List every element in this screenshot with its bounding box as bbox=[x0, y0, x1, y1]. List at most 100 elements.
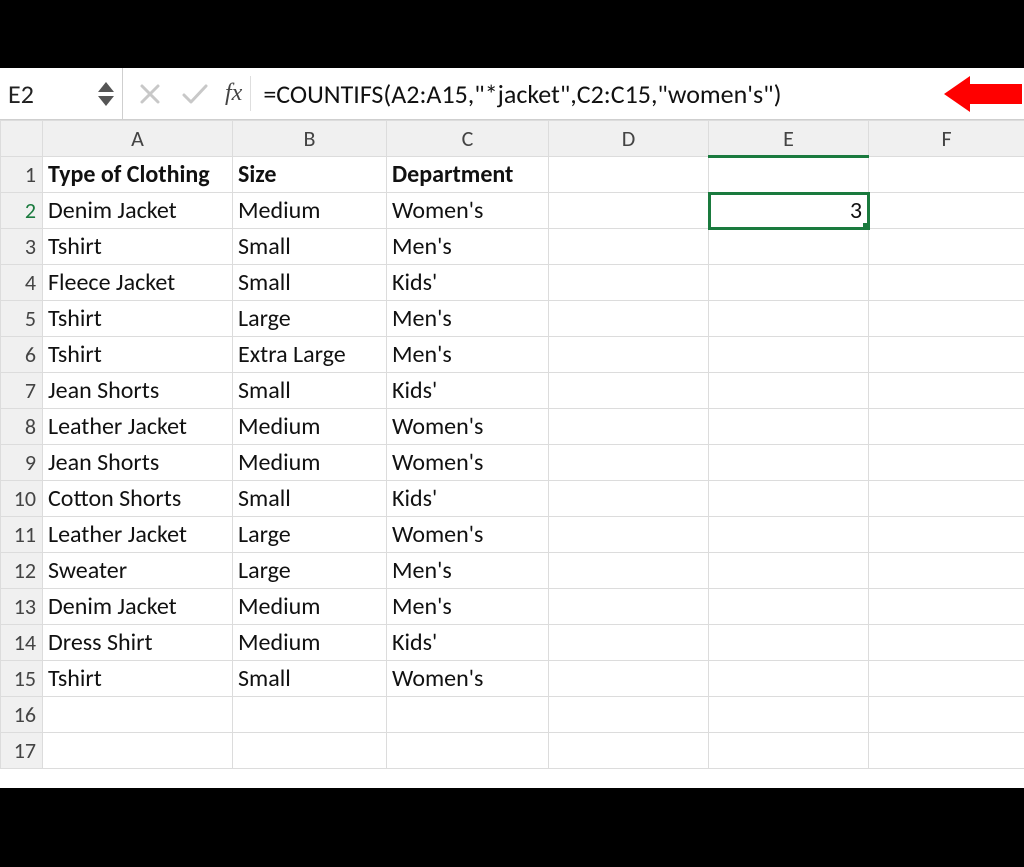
cell-A12[interactable]: Sweater bbox=[43, 553, 233, 589]
cell-A16[interactable] bbox=[43, 697, 233, 733]
cell-A1[interactable]: Type of Clothing bbox=[43, 157, 233, 193]
cell-F10[interactable] bbox=[869, 481, 1024, 517]
cell-E7[interactable] bbox=[709, 373, 869, 409]
cell-E13[interactable] bbox=[709, 589, 869, 625]
cell-A11[interactable]: Leather Jacket bbox=[43, 517, 233, 553]
cell-C5[interactable]: Men's bbox=[387, 301, 549, 337]
row-head-9[interactable]: 9 bbox=[1, 445, 43, 481]
row-head-11[interactable]: 11 bbox=[1, 517, 43, 553]
cell-C13[interactable]: Men's bbox=[387, 589, 549, 625]
col-head-E[interactable]: E bbox=[709, 121, 869, 157]
row-head-5[interactable]: 5 bbox=[1, 301, 43, 337]
cell-C6[interactable]: Men's bbox=[387, 337, 549, 373]
cell-E4[interactable] bbox=[709, 265, 869, 301]
row-head-6[interactable]: 6 bbox=[1, 337, 43, 373]
row-head-12[interactable]: 12 bbox=[1, 553, 43, 589]
cell-B8[interactable]: Medium bbox=[233, 409, 387, 445]
cell-A6[interactable]: Tshirt bbox=[43, 337, 233, 373]
chevron-up-icon[interactable] bbox=[98, 82, 114, 92]
cell-C1[interactable]: Department bbox=[387, 157, 549, 193]
cell-F15[interactable] bbox=[869, 661, 1024, 697]
cell-A8[interactable]: Leather Jacket bbox=[43, 409, 233, 445]
cell-D8[interactable] bbox=[549, 409, 709, 445]
cell-A9[interactable]: Jean Shorts bbox=[43, 445, 233, 481]
cell-E12[interactable] bbox=[709, 553, 869, 589]
cell-E6[interactable] bbox=[709, 337, 869, 373]
chevron-down-icon[interactable] bbox=[98, 96, 114, 106]
cell-E14[interactable] bbox=[709, 625, 869, 661]
cell-E3[interactable] bbox=[709, 229, 869, 265]
cell-A3[interactable]: Tshirt bbox=[43, 229, 233, 265]
cell-B6[interactable]: Extra Large bbox=[233, 337, 387, 373]
cell-C9[interactable]: Women's bbox=[387, 445, 549, 481]
cell-B9[interactable]: Medium bbox=[233, 445, 387, 481]
row-head-3[interactable]: 3 bbox=[1, 229, 43, 265]
cell-D16[interactable] bbox=[549, 697, 709, 733]
cell-D2[interactable] bbox=[549, 193, 709, 229]
cell-A4[interactable]: Fleece Jacket bbox=[43, 265, 233, 301]
row-head-10[interactable]: 10 bbox=[1, 481, 43, 517]
cell-B5[interactable]: Large bbox=[233, 301, 387, 337]
cell-B4[interactable]: Small bbox=[233, 265, 387, 301]
cell-C15[interactable]: Women's bbox=[387, 661, 549, 697]
cell-F4[interactable] bbox=[869, 265, 1024, 301]
cell-F6[interactable] bbox=[869, 337, 1024, 373]
cell-F14[interactable] bbox=[869, 625, 1024, 661]
cell-F3[interactable] bbox=[869, 229, 1024, 265]
cell-D12[interactable] bbox=[549, 553, 709, 589]
cell-F11[interactable] bbox=[869, 517, 1024, 553]
row-head-15[interactable]: 15 bbox=[1, 661, 43, 697]
cell-B7[interactable]: Small bbox=[233, 373, 387, 409]
cell-E2[interactable]: 3 bbox=[709, 193, 869, 229]
cell-F7[interactable] bbox=[869, 373, 1024, 409]
cell-B17[interactable] bbox=[233, 733, 387, 769]
cell-B13[interactable]: Medium bbox=[233, 589, 387, 625]
cell-A14[interactable]: Dress Shirt bbox=[43, 625, 233, 661]
cell-F17[interactable] bbox=[869, 733, 1024, 769]
cell-F5[interactable] bbox=[869, 301, 1024, 337]
cell-D15[interactable] bbox=[549, 661, 709, 697]
cell-C16[interactable] bbox=[387, 697, 549, 733]
cell-C11[interactable]: Women's bbox=[387, 517, 549, 553]
enter-icon[interactable] bbox=[181, 83, 209, 105]
cell-B2[interactable]: Medium bbox=[233, 193, 387, 229]
cell-B14[interactable]: Medium bbox=[233, 625, 387, 661]
cell-C17[interactable] bbox=[387, 733, 549, 769]
col-head-B[interactable]: B bbox=[233, 121, 387, 157]
cell-B11[interactable]: Large bbox=[233, 517, 387, 553]
row-head-8[interactable]: 8 bbox=[1, 409, 43, 445]
cell-D13[interactable] bbox=[549, 589, 709, 625]
cell-A10[interactable]: Cotton Shorts bbox=[43, 481, 233, 517]
cell-C3[interactable]: Men's bbox=[387, 229, 549, 265]
cell-A7[interactable]: Jean Shorts bbox=[43, 373, 233, 409]
cell-F2[interactable] bbox=[869, 193, 1024, 229]
cell-F9[interactable] bbox=[869, 445, 1024, 481]
cell-B1[interactable]: Size bbox=[233, 157, 387, 193]
cell-B12[interactable]: Large bbox=[233, 553, 387, 589]
spreadsheet-grid[interactable]: A B C D E F 1 Type of Clothing Size Depa… bbox=[0, 120, 1024, 769]
cell-D1[interactable] bbox=[549, 157, 709, 193]
cell-C4[interactable]: Kids' bbox=[387, 265, 549, 301]
row-head-17[interactable]: 17 bbox=[1, 733, 43, 769]
namebox-stepper[interactable] bbox=[98, 82, 122, 106]
cell-D17[interactable] bbox=[549, 733, 709, 769]
cell-D14[interactable] bbox=[549, 625, 709, 661]
cell-E11[interactable] bbox=[709, 517, 869, 553]
row-head-16[interactable]: 16 bbox=[1, 697, 43, 733]
formula-input[interactable]: =COUNTIFS(A2:A15,"*jacket",C2:C15,"women… bbox=[251, 78, 1024, 110]
col-head-F[interactable]: F bbox=[869, 121, 1024, 157]
row-head-2[interactable]: 2 bbox=[1, 193, 43, 229]
cell-D11[interactable] bbox=[549, 517, 709, 553]
fx-label[interactable]: fx bbox=[225, 80, 250, 107]
cell-C2[interactable]: Women's bbox=[387, 193, 549, 229]
name-box[interactable]: E2 bbox=[0, 68, 98, 119]
cell-F13[interactable] bbox=[869, 589, 1024, 625]
cell-B15[interactable]: Small bbox=[233, 661, 387, 697]
cell-D5[interactable] bbox=[549, 301, 709, 337]
cell-D9[interactable] bbox=[549, 445, 709, 481]
cell-E15[interactable] bbox=[709, 661, 869, 697]
row-head-7[interactable]: 7 bbox=[1, 373, 43, 409]
cell-E8[interactable] bbox=[709, 409, 869, 445]
cancel-icon[interactable] bbox=[139, 83, 161, 105]
row-head-14[interactable]: 14 bbox=[1, 625, 43, 661]
